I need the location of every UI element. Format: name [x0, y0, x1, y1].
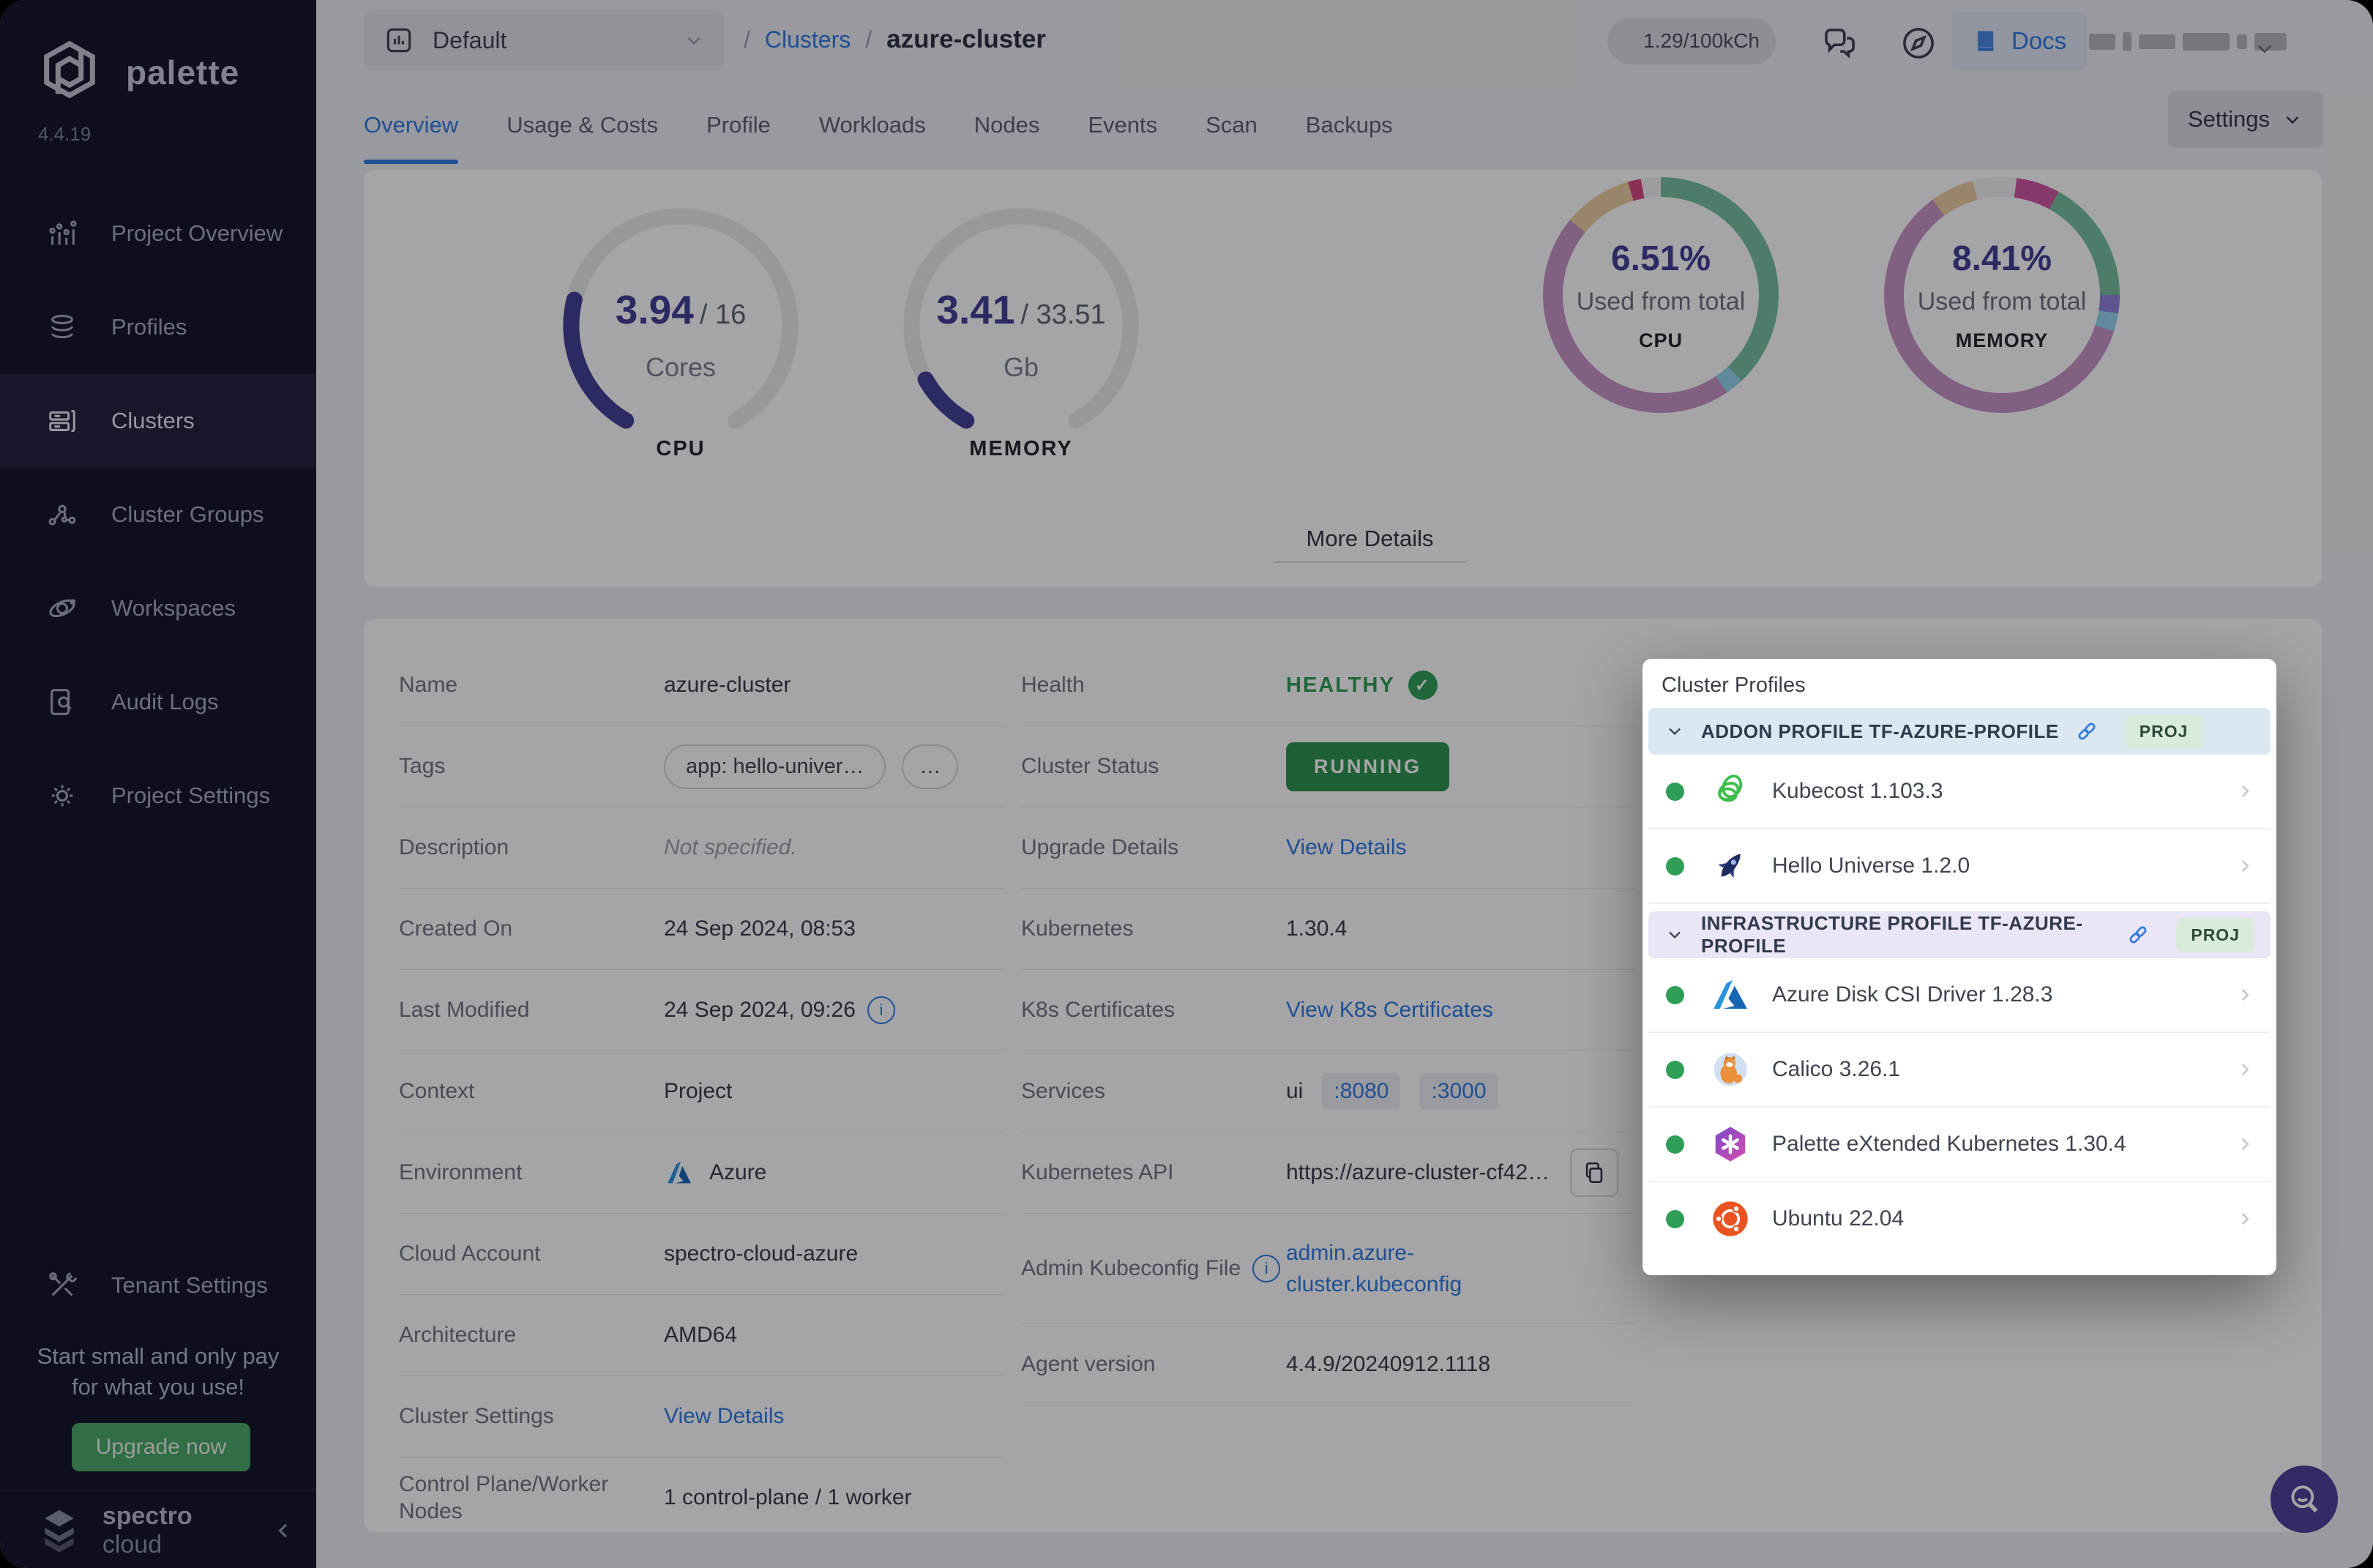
- chevron-right-icon: [2241, 1213, 2249, 1225]
- link-icon: [2129, 926, 2147, 944]
- chevron-right-icon: [2241, 860, 2249, 872]
- ubuntu-logo-icon: [1713, 1201, 1748, 1236]
- cluster-profiles-title: Cluster Profiles: [1662, 673, 1806, 697]
- status-dot-icon: [1666, 782, 1684, 801]
- pxk-logo-icon: [1715, 1127, 1746, 1162]
- azure-logo-icon: [1714, 979, 1747, 1009]
- status-dot-icon: [1666, 1060, 1684, 1079]
- proj-badge: PROJ: [2176, 917, 2254, 952]
- infrastructure-profile-title: INFRASTRUCTURE PROFILE TF-AZURE-PROFILE: [1701, 912, 2083, 957]
- profile-item-hello-universe[interactable]: Hello Universe 1.2.0: [1648, 829, 2271, 904]
- status-dot-icon: [1666, 985, 1684, 1004]
- addon-profile-title: ADDON PROFILE TF-AZURE-PROFILE: [1701, 720, 2059, 742]
- app-window: palette 4.4.19 Project Overview Profiles…: [0, 0, 2373, 1568]
- profile-item-azure-disk-csi[interactable]: Azure Disk CSI Driver 1.28.3: [1648, 958, 2271, 1033]
- chevron-down-icon: [1669, 728, 1681, 736]
- profile-item-palette-extended-kubernetes[interactable]: Palette eXtended Kubernetes 1.30.4: [1648, 1108, 2271, 1182]
- status-dot-icon: [1666, 1135, 1684, 1154]
- addon-profile-header[interactable]: ADDON PROFILE TF-AZURE-PROFILE PROJ: [1648, 708, 2271, 755]
- hello-universe-logo-icon: [1718, 854, 1741, 878]
- cluster-profiles-panel: Cluster Profiles ADDON PROFILE TF-AZURE-…: [1643, 659, 2276, 1275]
- link-icon: [2078, 723, 2096, 740]
- infrastructure-profile-header[interactable]: INFRASTRUCTURE PROFILE TF-AZURE-PROFILE …: [1648, 911, 2271, 958]
- profile-item-ubuntu[interactable]: Ubuntu 22.04: [1648, 1182, 2271, 1255]
- chevron-down-icon: [1669, 931, 1681, 939]
- chevron-right-icon: [2241, 1064, 2249, 1075]
- status-dot-icon: [1666, 856, 1684, 876]
- proj-badge: PROJ: [2124, 714, 2203, 749]
- kubecost-logo-icon: [1718, 774, 1743, 802]
- chevron-right-icon: [2241, 989, 2249, 1001]
- profile-item-calico[interactable]: Calico 3.26.1: [1648, 1033, 2271, 1108]
- status-dot-icon: [1666, 1209, 1684, 1228]
- chevron-right-icon: [2241, 785, 2249, 797]
- calico-logo-icon: [1714, 1053, 1747, 1086]
- profile-item-kubecost[interactable]: Kubecost 1.103.3: [1648, 755, 2271, 829]
- chevron-right-icon: [2241, 1138, 2249, 1150]
